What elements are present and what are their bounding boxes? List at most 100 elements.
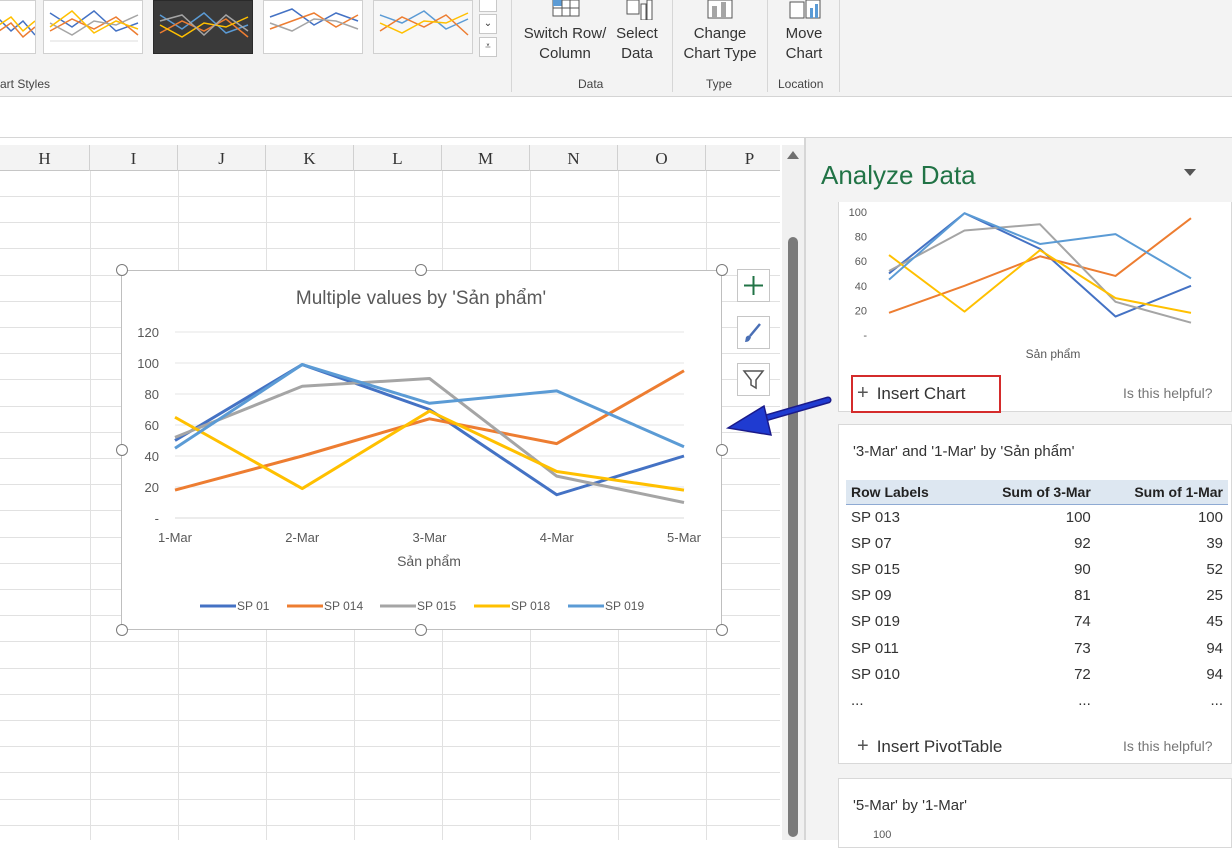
gallery-scroll-down-button[interactable]: ⌄ bbox=[479, 14, 497, 34]
chart-styles-group-label: art Styles bbox=[0, 77, 51, 91]
select-data-icon bbox=[626, 0, 653, 20]
pivot-cell: 25 bbox=[1206, 587, 1223, 605]
pivot-cell: SP 07 bbox=[851, 534, 892, 552]
pivot-cell: 94 bbox=[1206, 665, 1223, 683]
column-header[interactable]: H bbox=[0, 145, 90, 171]
pivot-cell: 39 bbox=[1206, 534, 1223, 552]
y-tick-label: 40 bbox=[855, 281, 867, 293]
resize-handle[interactable] bbox=[116, 444, 128, 456]
change-chart-type-label: Change Chart Type bbox=[683, 25, 757, 62]
move-chart-button[interactable]: Move Chart bbox=[775, 0, 833, 64]
paintbrush-icon bbox=[745, 323, 761, 342]
x-axis-title[interactable]: Sản phẩm bbox=[397, 553, 461, 569]
column-headers: H I J K L M N O P bbox=[0, 145, 780, 171]
column-header[interactable]: L bbox=[354, 145, 442, 171]
ribbon-separator bbox=[672, 0, 673, 92]
chart-style-thumb-1[interactable] bbox=[0, 0, 36, 54]
y-tick-label: 20 bbox=[855, 305, 867, 317]
gallery-scroll-up-button[interactable]: ⌃ bbox=[479, 0, 497, 12]
data-group-label: Data bbox=[578, 77, 604, 91]
y-tick-label: 100 bbox=[873, 829, 892, 841]
chart-styles-button[interactable] bbox=[737, 316, 770, 349]
pivot-header: Sum of 1-Mar bbox=[1095, 480, 1228, 505]
insert-pivottable-button[interactable]: + Insert PivotTable bbox=[857, 735, 1002, 758]
ribbon-separator bbox=[839, 0, 840, 92]
chart-title[interactable]: Multiple values by 'Sản phẩm' bbox=[296, 288, 546, 309]
legend-label: SP 01 bbox=[237, 599, 270, 613]
scrollbar-thumb[interactable] bbox=[788, 237, 798, 837]
pivot-row: ......... bbox=[846, 687, 1228, 713]
switch-row-column-icon bbox=[552, 0, 580, 17]
column-header[interactable]: J bbox=[178, 145, 266, 171]
switch-row-column-button[interactable]: Switch Row/ Column bbox=[520, 0, 610, 64]
pivot-cell: 81 bbox=[1074, 587, 1091, 605]
formula-bar-area bbox=[0, 98, 1232, 138]
x-tick-label: 4-Mar bbox=[540, 530, 575, 545]
insert-pivottable-label: Insert PivotTable bbox=[876, 737, 1003, 756]
column-header[interactable]: M bbox=[442, 145, 530, 171]
resize-handle[interactable] bbox=[116, 264, 128, 276]
is-this-helpful-link[interactable]: Is this helpful? bbox=[1123, 738, 1213, 754]
series-line-sp-01[interactable] bbox=[174, 363, 685, 497]
column-header[interactable]: P bbox=[706, 145, 780, 171]
legend-label: SP 014 bbox=[324, 599, 363, 613]
gallery-more-button[interactable]: ⩡ bbox=[479, 37, 497, 57]
vertical-scrollbar[interactable] bbox=[782, 145, 804, 840]
legend-label: SP 015 bbox=[417, 599, 456, 613]
switch-row-column-label: Switch Row/ Column bbox=[523, 25, 607, 62]
pivot-cell: SP 019 bbox=[851, 613, 900, 631]
chart-elements-button[interactable] bbox=[737, 269, 770, 302]
pivot-cell: 94 bbox=[1206, 639, 1223, 657]
resize-handle[interactable] bbox=[116, 624, 128, 636]
is-this-helpful-link[interactable]: Is this helpful? bbox=[1123, 385, 1213, 401]
pivot-cell: ... bbox=[1078, 691, 1091, 709]
chart-style-preview-icon bbox=[374, 1, 472, 53]
pane-options-dropdown-icon[interactable] bbox=[1184, 169, 1196, 176]
select-data-button[interactable]: Select Data bbox=[610, 0, 664, 64]
y-tick-label: 40 bbox=[145, 449, 159, 464]
resize-handle[interactable] bbox=[415, 264, 427, 276]
column-header[interactable]: I bbox=[90, 145, 178, 171]
pivot-row: SP 07 92 39 bbox=[846, 530, 1228, 556]
insert-chart-highlight bbox=[851, 375, 1001, 413]
ribbon-separator bbox=[511, 0, 512, 92]
pivot-cell: 74 bbox=[1074, 613, 1091, 631]
pivot-header-row: Row Labels Sum of 3-Mar Sum of 1-Mar bbox=[846, 480, 1228, 505]
resize-handle[interactable] bbox=[415, 624, 427, 636]
y-tick-label: 60 bbox=[855, 256, 867, 268]
scroll-up-arrow-icon[interactable] bbox=[787, 151, 799, 159]
chart-style-thumb-5[interactable] bbox=[373, 0, 473, 54]
insight-card-scatter: '5-Mar' by '1-Mar' 100 bbox=[838, 778, 1232, 848]
resize-handle[interactable] bbox=[716, 264, 728, 276]
y-tick-label: 80 bbox=[145, 387, 159, 402]
chart-style-thumb-3[interactable] bbox=[153, 0, 253, 54]
pivot-header: Row Labels bbox=[846, 480, 964, 505]
chart-style-thumb-4[interactable] bbox=[263, 0, 363, 54]
x-tick-label: 2-Mar bbox=[285, 530, 320, 545]
series-line-sp-018[interactable] bbox=[174, 409, 685, 492]
chart-style-preview-icon bbox=[0, 16, 35, 39]
pivot-cell: 100 bbox=[1197, 508, 1223, 526]
chart-style-preview-icon bbox=[49, 10, 139, 42]
column-header[interactable]: K bbox=[266, 145, 354, 171]
move-chart-label: Move Chart bbox=[785, 25, 823, 62]
resize-handle[interactable] bbox=[716, 444, 728, 456]
pivot-cell: SP 015 bbox=[851, 560, 900, 578]
plus-icon bbox=[744, 276, 763, 295]
chart-style-thumb-2[interactable] bbox=[43, 0, 143, 54]
chart[interactable]: Multiple values by 'Sản phẩm' - 20 40 60 80 10… bbox=[121, 270, 722, 630]
change-chart-type-button[interactable]: Change Chart Type bbox=[680, 0, 760, 64]
column-header[interactable]: N bbox=[530, 145, 618, 171]
series-line-sp-014[interactable] bbox=[174, 369, 685, 492]
x-axis-title: Sản phẩm bbox=[1026, 347, 1081, 361]
chart-filters-button[interactable] bbox=[737, 363, 770, 396]
ribbon-separator bbox=[767, 0, 768, 92]
pivot-cell: ... bbox=[1210, 691, 1223, 709]
y-tick-label: 20 bbox=[145, 480, 159, 495]
resize-handle[interactable] bbox=[716, 624, 728, 636]
chart-style-preview-icon bbox=[269, 8, 359, 32]
y-tick-label: 80 bbox=[855, 232, 867, 244]
pivot-row: SP 015 90 52 bbox=[846, 556, 1228, 582]
insight-chart[interactable]: - 20 40 60 80 100 Sản phẩm bbox=[839, 202, 1231, 370]
column-header[interactable]: O bbox=[618, 145, 706, 171]
